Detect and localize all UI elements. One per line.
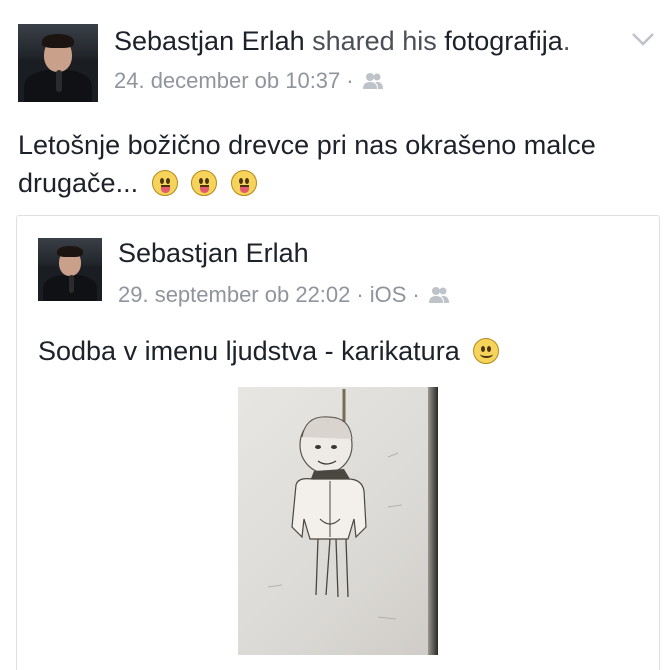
post-meta: 24. december ob 10:37 · bbox=[114, 68, 384, 94]
smile-emoji bbox=[473, 338, 500, 364]
headline-period: . bbox=[562, 26, 571, 56]
shared-verb: shared his bbox=[312, 26, 437, 56]
post-timestamp[interactable]: 24. december ob 10:37 bbox=[114, 68, 340, 94]
meta-separator: · bbox=[356, 282, 364, 307]
post-text: Letošnje božično drevce pri nas okrašeno… bbox=[18, 126, 658, 202]
shared-author-avatar[interactable] bbox=[38, 238, 102, 301]
caricature-drawing-photo[interactable] bbox=[238, 387, 438, 655]
caricature-drawing bbox=[267, 389, 403, 620]
post-headline: Sebastjan Erlah shared his fotografija. bbox=[114, 26, 570, 57]
shared-text: Sodba v imenu ljudstva - karikatura bbox=[38, 336, 500, 367]
tongue-out-emoji bbox=[230, 170, 257, 196]
shared-timestamp[interactable]: 29. september ob 22:02 bbox=[118, 282, 350, 308]
meta-separator: · bbox=[412, 282, 420, 307]
shared-body: Sodba v imenu ljudstva - karikatura bbox=[38, 336, 460, 366]
shared-author-name[interactable]: Sebastjan Erlah bbox=[118, 238, 309, 269]
object-link[interactable]: fotografija bbox=[444, 26, 563, 56]
tongue-out-emoji bbox=[191, 170, 218, 196]
chevron-down-icon[interactable] bbox=[630, 30, 656, 48]
author-name-link[interactable]: Sebastjan Erlah bbox=[114, 26, 305, 56]
meta-separator: · bbox=[346, 68, 354, 93]
tongue-out-emoji bbox=[151, 170, 178, 196]
shared-source: iOS bbox=[369, 282, 407, 307]
post-body: Letošnje božično drevce pri nas okrašeno… bbox=[18, 130, 596, 198]
shared-meta: 29. september ob 22:02 · iOS · bbox=[118, 282, 450, 308]
friends-icon[interactable] bbox=[428, 286, 450, 304]
friends-icon[interactable] bbox=[362, 72, 384, 90]
author-avatar[interactable] bbox=[18, 24, 98, 102]
